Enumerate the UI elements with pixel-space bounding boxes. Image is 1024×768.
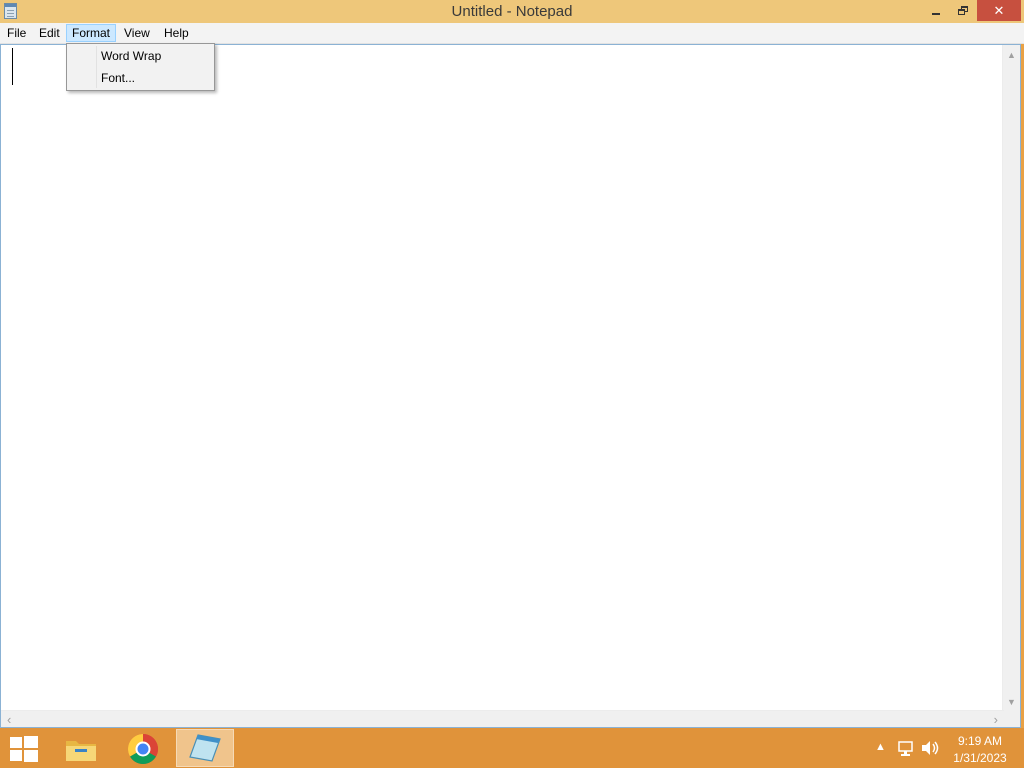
menu-format[interactable]: Format (66, 24, 117, 42)
menu-bar: File Edit Format View Help (0, 23, 1024, 44)
restore-button[interactable] (950, 0, 975, 21)
menu-help[interactable]: Help (159, 24, 194, 42)
taskbar: ▲ 9:19 AM 1/31/2023 (0, 728, 1024, 768)
menu-item-word-wrap[interactable]: Word Wrap (101, 49, 161, 63)
text-caret (12, 48, 13, 85)
notepad-taskbar-button[interactable] (176, 729, 234, 767)
scrollbar-corner (1003, 711, 1020, 727)
menu-item-font[interactable]: Font... (101, 71, 135, 85)
windows-logo-icon[interactable] (10, 736, 38, 762)
menu-view[interactable]: View (119, 24, 155, 42)
horizontal-scrollbar[interactable]: ‹ › (1, 710, 1004, 727)
close-button[interactable]: ✕ (977, 0, 1021, 21)
file-explorer-icon[interactable] (64, 735, 98, 763)
scroll-down-icon[interactable]: ▼ (1007, 698, 1016, 707)
show-hidden-icons-icon[interactable]: ▲ (875, 741, 886, 753)
scroll-up-icon[interactable]: ▲ (1007, 51, 1016, 60)
notepad-icon (189, 734, 221, 762)
window-title: Untitled - Notepad (451, 3, 573, 20)
minimize-button[interactable] (922, 0, 950, 21)
vertical-scrollbar[interactable]: ▲ ▼ (1002, 45, 1020, 711)
menu-gutter (96, 46, 97, 88)
scroll-right-icon[interactable]: › (994, 713, 998, 726)
format-dropdown-menu: Word Wrap Font... (66, 43, 215, 91)
title-bar[interactable]: Untitled - Notepad ✕ (0, 0, 1024, 23)
clock-date[interactable]: 1/31/2023 (940, 751, 1020, 765)
chrome-icon[interactable] (127, 733, 159, 765)
restore-icon (957, 6, 968, 15)
clock-time[interactable]: 9:19 AM (940, 734, 1020, 748)
text-editor[interactable]: ▲ ▼ ‹ › (0, 44, 1021, 728)
menu-file[interactable]: File (2, 24, 31, 42)
minimize-icon (932, 12, 940, 15)
close-icon: ✕ (993, 3, 1005, 18)
volume-icon[interactable] (920, 739, 940, 757)
scroll-left-icon[interactable]: ‹ (7, 713, 11, 726)
network-icon[interactable] (897, 740, 915, 757)
menu-edit[interactable]: Edit (34, 24, 65, 42)
